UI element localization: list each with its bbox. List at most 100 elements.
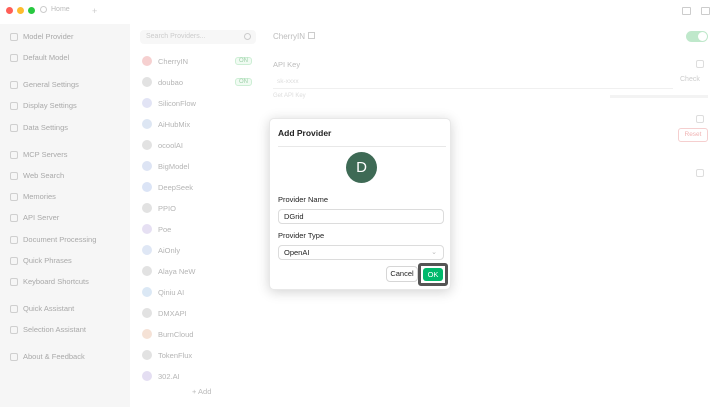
provider-type-value: OpenAI: [284, 248, 310, 257]
sidebar-item-quick-assistant[interactable]: Quick Assistant: [10, 304, 74, 313]
sidebar-item-label: Data Settings: [23, 123, 69, 132]
provider-item-deepseek[interactable]: DeepSeek: [142, 182, 252, 192]
sidebar-item-label: Selection Assistant: [23, 325, 86, 334]
sidebar-item-about-feedback[interactable]: About & Feedback: [10, 352, 85, 361]
provider-name: Poe: [158, 224, 172, 234]
provider-name: AiOnly: [158, 245, 181, 255]
settings-icon[interactable]: [696, 169, 704, 177]
minimize-window-button[interactable]: [17, 7, 24, 14]
keyboard-icon: [10, 277, 18, 286]
provider-item-qiniu-ai[interactable]: Qiniu AI: [142, 287, 252, 297]
provider-name-input[interactable]: DGrid: [278, 209, 444, 224]
sidebar-item-data-settings[interactable]: Data Settings: [10, 123, 68, 132]
sidebar-item-api-server[interactable]: API Server: [10, 213, 59, 222]
provider-name: PPIO: [158, 203, 176, 213]
tab-home[interactable]: Home: [40, 6, 70, 13]
sidebar-item-label: MCP Servers: [23, 150, 68, 159]
provider-avatar[interactable]: D: [346, 152, 377, 183]
provider-name: Alaya NeW: [158, 266, 196, 276]
search-placeholder: Search Providers...: [146, 33, 206, 40]
api-key-placeholder: sk-xxxx: [277, 78, 299, 85]
sidebar-item-document-processing[interactable]: Document Processing: [10, 235, 96, 244]
sidebar-item-label: Default Model: [23, 53, 70, 62]
sidebar-item-label: Memories: [23, 192, 56, 201]
sidebar-item-web-search[interactable]: Web Search: [10, 171, 64, 180]
external-link-icon[interactable]: [308, 32, 315, 39]
tokenflux-logo-icon: [142, 350, 152, 360]
provider-item-dmxapi[interactable]: DMXAPI: [142, 308, 252, 318]
provider-list: Search Providers... CherryIN ON doubao ON …: [132, 24, 262, 407]
add-provider-button[interactable]: + Add: [192, 387, 211, 396]
provider-item-aihubmix[interactable]: AiHubMix: [142, 119, 252, 129]
sidebar-item-keyboard-shortcuts[interactable]: Keyboard Shortcuts: [10, 277, 89, 286]
poe-logo-icon: [142, 224, 152, 234]
sidebar-item-label: Display Settings: [23, 101, 77, 110]
maximize-window-button[interactable]: [28, 7, 35, 14]
provider-name: doubao: [158, 77, 184, 87]
cancel-button[interactable]: Cancel: [386, 266, 418, 282]
provider-item-ocoolai[interactable]: ocoolAI: [142, 140, 252, 150]
monitor-icon[interactable]: [682, 7, 691, 15]
provider-item-cherryin[interactable]: CherryIN ON: [142, 56, 252, 66]
provider-name: Qiniu AI: [158, 287, 185, 297]
provider-item-alaya-new[interactable]: Alaya NeW: [142, 266, 252, 276]
sidebar-item-quick-phrases[interactable]: Quick Phrases: [10, 256, 72, 265]
window-controls: [6, 7, 35, 14]
alaya-logo-icon: [142, 266, 152, 276]
check-button[interactable]: Check: [680, 76, 700, 83]
sidebar-item-general-settings[interactable]: General Settings: [10, 80, 79, 89]
layout-icon[interactable]: [701, 7, 710, 15]
qiniu-logo-icon: [142, 287, 152, 297]
provider-enable-toggle[interactable]: [686, 31, 708, 42]
aihubmix-logo-icon: [142, 119, 152, 129]
provider-name: ocoolAI: [158, 140, 184, 150]
provider-name: TokenFlux: [158, 350, 193, 360]
close-window-button[interactable]: [6, 7, 13, 14]
sidebar-item-default-model[interactable]: Default Model: [10, 53, 69, 62]
divider: [610, 95, 708, 98]
sidebar-item-mcp-servers[interactable]: MCP Servers: [10, 150, 67, 159]
chevron-down-icon: ⌄: [431, 249, 437, 256]
cherry-logo-icon: [142, 56, 152, 66]
provider-name: SiliconFlow: [158, 98, 196, 108]
sidebar-item-selection-assistant[interactable]: Selection Assistant: [10, 325, 86, 334]
api-icon: [10, 213, 18, 222]
api-key-label: API Key: [273, 60, 301, 69]
ok-button[interactable]: OK: [423, 268, 443, 281]
provider-item-302ai[interactable]: 302.AI: [142, 371, 252, 381]
cube-icon: [10, 53, 18, 62]
provider-item-bigmodel[interactable]: BigModel: [142, 161, 252, 171]
provider-search-input[interactable]: Search Providers...: [140, 30, 256, 44]
provider-type-select[interactable]: OpenAI ⌄: [278, 245, 444, 260]
provider-name-label: Provider Name: [278, 195, 329, 204]
home-icon: [40, 6, 47, 13]
add-tab-button[interactable]: +: [92, 6, 97, 16]
provider-item-poe[interactable]: Poe: [142, 224, 252, 234]
provider-item-siliconflow[interactable]: SiliconFlow: [142, 98, 252, 108]
provider-item-burncloud[interactable]: BurnCloud: [142, 329, 252, 339]
settings-icon[interactable]: [696, 115, 704, 123]
provider-item-doubao[interactable]: doubao ON: [142, 77, 252, 87]
provider-item-tokenflux[interactable]: TokenFlux: [142, 350, 252, 360]
sidebar-item-label: Quick Phrases: [23, 256, 72, 265]
divider: [278, 146, 446, 147]
settings-sidebar: Model Provider Default Model General Set…: [0, 24, 130, 407]
sidebar-item-label: General Settings: [23, 80, 79, 89]
window-actions: [682, 7, 710, 15]
api-key-input[interactable]: sk-xxxx: [273, 75, 673, 89]
settings-icon[interactable]: [696, 60, 704, 68]
reset-button[interactable]: Reset: [678, 128, 708, 142]
provider-name: AiHubMix: [158, 119, 191, 129]
server-icon: [10, 150, 18, 159]
siliconflow-logo-icon: [142, 98, 152, 108]
provider-item-aionly[interactable]: AiOnly: [142, 245, 252, 255]
sidebar-item-label: Web Search: [23, 171, 65, 180]
sidebar-item-model-provider[interactable]: Model Provider: [10, 32, 73, 41]
title-bar: Home +: [0, 0, 720, 24]
sidebar-item-display-settings[interactable]: Display Settings: [10, 101, 77, 110]
get-api-key-link[interactable]: Get API Key: [273, 93, 306, 99]
sidebar-item-memories[interactable]: Memories: [10, 192, 56, 201]
aionly-logo-icon: [142, 245, 152, 255]
zap-icon: [10, 256, 18, 265]
provider-item-ppio[interactable]: PPIO: [142, 203, 252, 213]
